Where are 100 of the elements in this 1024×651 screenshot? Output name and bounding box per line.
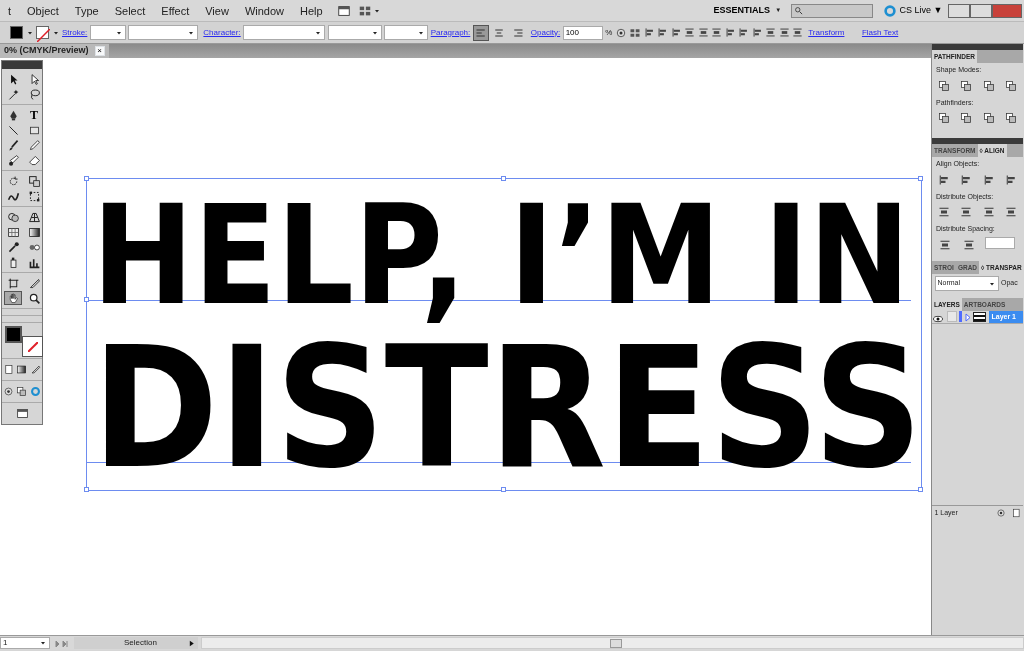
- distribute-icon: [684, 27, 696, 38]
- page-icon: [3, 364, 15, 375]
- align-center-icon: [493, 26, 506, 39]
- close-button[interactable]: ×: [94, 46, 105, 56]
- stroke-link[interactable]: Stroke:: [62, 26, 88, 39]
- ring-icon: [29, 386, 41, 397]
- tool-button[interactable]: T: [25, 108, 43, 122]
- align-right-icon: [511, 26, 524, 39]
- distribute-icon: [765, 27, 777, 38]
- artwork-text: DISTRESS: [92, 333, 923, 484]
- eraser-icon: [27, 153, 41, 167]
- squares-icon: [938, 79, 951, 92]
- squares-icon: [982, 79, 995, 92]
- squares-icon: [960, 112, 973, 124]
- search-icon: [794, 5, 805, 16]
- align-icon: [643, 27, 655, 38]
- align-icon: [938, 173, 951, 186]
- grid-icon: [629, 26, 642, 39]
- lock-toggle[interactable]: [946, 311, 957, 322]
- window-icon: [336, 3, 351, 18]
- horizontal-scrollbar[interactable]: [200, 637, 1024, 649]
- opacity-link[interactable]: Opacity:: [530, 26, 561, 39]
- distribute-icon: [711, 27, 723, 38]
- page-icon: [1010, 507, 1021, 518]
- eyedropper-icon: [6, 240, 20, 254]
- align-icon: [1004, 173, 1017, 186]
- bounding-box[interactable]: HELP, I’M IN DISTRESS: [86, 178, 922, 491]
- target-icon: [995, 507, 1006, 518]
- menu-item[interactable]: Select: [106, 0, 154, 22]
- scrollbar-thumb[interactable]: [609, 639, 622, 648]
- transform-link[interactable]: Transform: [808, 26, 845, 39]
- squares-icon: [960, 79, 973, 92]
- percent-label: %: [605, 26, 613, 39]
- resize-handle[interactable]: [918, 176, 923, 181]
- menu-item[interactable]: Effect: [153, 0, 198, 22]
- align-icon: [738, 27, 750, 38]
- panel-icon-button[interactable]: [937, 110, 952, 126]
- character-link[interactable]: Character:: [203, 26, 241, 39]
- align-left-button[interactable]: [472, 24, 489, 41]
- panel-icon-button[interactable]: [981, 110, 996, 126]
- line-icon: [6, 123, 20, 137]
- opacity-field[interactable]: 100: [562, 25, 603, 40]
- artwork-text: HELP, I’M IN: [92, 187, 911, 324]
- resize-handle[interactable]: [918, 487, 923, 492]
- menu-item[interactable]: Window: [236, 0, 292, 22]
- align-left-icon: [474, 26, 487, 39]
- resize-handle[interactable]: [501, 176, 506, 181]
- align-icon: [724, 27, 736, 38]
- fill-swatch[interactable]: [10, 26, 23, 39]
- document-tab[interactable]: 0% (CMYK/Preview): [4, 44, 89, 58]
- zoom-select[interactable]: 1: [0, 637, 50, 649]
- close-button[interactable]: [991, 3, 1022, 18]
- resize-handle[interactable]: [84, 487, 89, 492]
- menu-item[interactable]: Object: [19, 0, 67, 22]
- menu-item[interactable]: View: [197, 0, 237, 22]
- pencil-icon: [27, 138, 41, 152]
- squares-icon: [16, 386, 28, 397]
- crop-icon: [6, 276, 20, 290]
- gradient-icon: [27, 225, 41, 239]
- resize-handle[interactable]: [84, 297, 89, 303]
- panel-icon-button[interactable]: [959, 110, 974, 126]
- spacing-field[interactable]: [985, 236, 1015, 249]
- resize-handle[interactable]: [84, 176, 89, 181]
- layer-thumbnail: [973, 311, 986, 322]
- blob-brush-icon: [6, 153, 20, 167]
- cs-live-button[interactable]: CS Live ▼: [899, 3, 943, 18]
- distribute-icon: [982, 206, 995, 218]
- menu-item[interactable]: Help: [292, 0, 331, 22]
- align-icon: [751, 27, 763, 38]
- flash-text-link[interactable]: Flash Text: [861, 26, 899, 39]
- maximize-button[interactable]: [969, 3, 992, 18]
- stroke-swatch[interactable]: [36, 26, 49, 39]
- menu-item[interactable]: Type: [66, 0, 107, 22]
- align-icon: [960, 173, 973, 186]
- tool-button[interactable]: [4, 291, 22, 305]
- align-icon: [670, 27, 682, 38]
- distribute-icon: [963, 238, 975, 251]
- magnifier-icon: [27, 291, 41, 305]
- caret-icon: [39, 639, 47, 647]
- ring-icon: [883, 3, 898, 18]
- grid-icon: [27, 210, 41, 224]
- menu-item[interactable]: t: [0, 0, 20, 22]
- distribute-icon: [938, 206, 951, 218]
- status-tool-menu[interactable]: Selection: [74, 637, 198, 649]
- circles-icon: [6, 210, 20, 224]
- transform-frame-icon: [27, 189, 41, 203]
- distribute-icon: [778, 27, 790, 38]
- distribute-icon: [960, 206, 973, 218]
- squares-icon: [1004, 112, 1017, 124]
- play-icon: [187, 638, 196, 648]
- paragraph-link[interactable]: Paragraph:: [430, 26, 471, 39]
- target-icon: [614, 26, 627, 39]
- resize-handle[interactable]: [501, 487, 506, 492]
- panel-icon-button[interactable]: [1003, 110, 1018, 126]
- search-field[interactable]: [791, 3, 874, 18]
- gradient-icon: [16, 364, 28, 375]
- minimize-button[interactable]: [947, 3, 970, 18]
- distribute-icon: [939, 238, 951, 251]
- squares-icon: [938, 112, 951, 124]
- fill-swatch[interactable]: [5, 326, 22, 343]
